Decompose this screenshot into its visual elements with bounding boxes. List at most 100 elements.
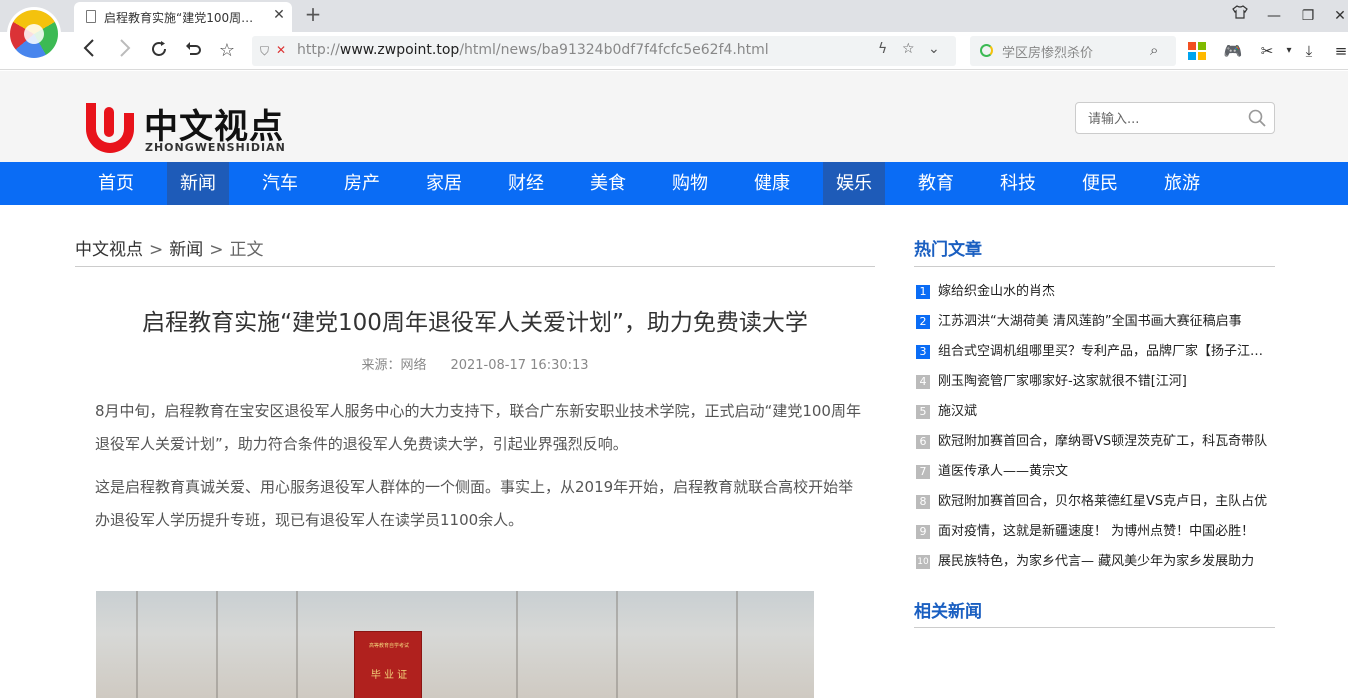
hot-article-item[interactable]: 7 道医传承人——黄宗文 xyxy=(914,462,1275,482)
hot-article-item[interactable]: 10 展民族特色，为家乡代言— 藏风美少年为家乡发展助力 xyxy=(914,552,1275,572)
gamepad-icon[interactable]: 🎮 xyxy=(1222,40,1244,62)
hot-article-link[interactable]: 嫁给织金山水的肖杰 xyxy=(938,282,1268,302)
logo-subtitle: ZHONGWENSHIDIAN xyxy=(145,141,286,154)
hot-article-link[interactable]: 欧冠附加赛首回合，贝尔格莱德红星VS克卢日，主队占优 xyxy=(938,492,1268,512)
hot-article-link[interactable]: 面对疫情，这就是新疆速度！ 为博州点赞！中国必胜！ xyxy=(938,522,1268,542)
undo-icon[interactable] xyxy=(180,39,206,63)
browser-tab-bar: 启程教育实施“建党100周年退役军人关爱计划”，助力免费读大学 ✕ + — ❐ … xyxy=(0,0,1348,32)
diploma-book: 高等教育自学考试 毕 业 证 xyxy=(354,631,422,698)
back-icon[interactable] xyxy=(76,39,102,63)
rank-badge: 8 xyxy=(916,495,930,509)
shield-icon[interactable]: ⛉ xyxy=(260,43,274,59)
address-toolbar: ☆ ⛉ ✕ http://www.zwpoint.top/html/news/b… xyxy=(0,32,1348,70)
browser-logo-icon[interactable] xyxy=(10,10,58,58)
close-window-icon[interactable]: ✕ xyxy=(1328,4,1348,28)
breadcrumb-home[interactable]: 中文视点 xyxy=(75,240,143,260)
rank-badge: 6 xyxy=(916,435,930,449)
rank-badge: 5 xyxy=(916,405,930,419)
star-icon[interactable]: ☆ xyxy=(214,39,240,63)
nav-item-home[interactable]: 首页 xyxy=(85,162,147,205)
breadcrumb-separator: > xyxy=(209,240,224,260)
insecure-icon: ✕ xyxy=(276,43,287,57)
hot-article-link[interactable]: 道医传承人——黄宗文 xyxy=(938,462,1268,482)
hot-articles-title: 热门文章 xyxy=(914,240,982,260)
search-icon[interactable] xyxy=(1248,109,1266,127)
hot-article-item[interactable]: 4 刚玉陶瓷管厂家哪家好-这家就很不错[江河] xyxy=(914,372,1275,392)
nav-item-entertainment[interactable]: 娱乐 xyxy=(823,162,885,205)
nav-item-health[interactable]: 健康 xyxy=(741,162,803,205)
download-icon[interactable]: ⤓ xyxy=(1298,40,1320,62)
nav-item-finance[interactable]: 财经 xyxy=(495,162,557,205)
menu-icon[interactable]: ≡ xyxy=(1330,40,1348,62)
hot-article-item[interactable]: 9 面对疫情，这就是新疆速度！ 为博州点赞！中国必胜！ xyxy=(914,522,1275,542)
nav-item-tech[interactable]: 科技 xyxy=(987,162,1049,205)
nav-item-news[interactable]: 新闻 xyxy=(167,162,229,205)
article-datetime: 2021-08-17 16:30:13 xyxy=(450,358,589,373)
minimize-icon[interactable]: — xyxy=(1262,4,1286,28)
nav-item-services[interactable]: 便民 xyxy=(1069,162,1131,205)
tab-title: 启程教育实施“建党100周年退役军人关爱计划”，助力免费读大学 xyxy=(104,11,260,25)
rank-badge: 4 xyxy=(916,375,930,389)
nav-item-food[interactable]: 美食 xyxy=(577,162,639,205)
hot-article-link[interactable]: 组合式空调机组哪里买？专利产品，品牌厂家【扬子江空调】 xyxy=(938,342,1268,362)
divider xyxy=(75,266,875,267)
reload-icon[interactable] xyxy=(146,39,172,63)
search-placeholder: 学区房惨烈杀价 xyxy=(1002,46,1094,61)
breadcrumb: 中文视点 > 新闻 > 正文 xyxy=(75,235,264,260)
hot-article-item[interactable]: 2 江苏泗洪“大湖荷美 清风莲韵”全国书画大赛征稿启事 xyxy=(914,312,1275,332)
browser-search-box[interactable]: 学区房惨烈杀价 ⌕ xyxy=(970,36,1176,66)
article-source: 来源：网络 xyxy=(361,358,427,373)
bookmark-star-icon[interactable]: ☆ xyxy=(902,41,915,57)
nav-item-shopping[interactable]: 购物 xyxy=(659,162,721,205)
windows-icon[interactable] xyxy=(1186,40,1208,62)
nav-item-education[interactable]: 教育 xyxy=(905,162,967,205)
url-domain: www.zwpoint.top xyxy=(339,42,460,58)
new-tab-icon[interactable]: + xyxy=(302,3,324,25)
diploma-book-small-text: 高等教育自学考试 xyxy=(368,643,409,649)
lightning-icon[interactable]: ϟ xyxy=(878,41,887,57)
divider xyxy=(914,266,1275,267)
site-search-input[interactable] xyxy=(1088,109,1238,129)
article-title: 启程教育实施“建党100周年退役军人关爱计划”，助力免费读大学 xyxy=(142,310,808,336)
article-meta: 来源：网络 2021-08-17 16:30:13 xyxy=(75,354,875,373)
hot-article-item[interactable]: 5 施汉斌 xyxy=(914,402,1275,422)
divider xyxy=(914,627,1275,628)
hot-article-link[interactable]: 施汉斌 xyxy=(938,402,1268,422)
article-photo: 高等教育自学考试 毕 业 证 xyxy=(96,591,814,698)
nav-item-realestate[interactable]: 房产 xyxy=(331,162,393,205)
breadcrumb-current: 正文 xyxy=(229,240,264,260)
breadcrumb-section[interactable]: 新闻 xyxy=(169,240,203,260)
scissors-menu-icon[interactable]: ▾ xyxy=(1278,40,1300,62)
url-text[interactable]: http://www.zwpoint.top/html/news/ba91324… xyxy=(297,42,769,58)
tab-document-icon xyxy=(86,10,96,23)
hot-article-item[interactable]: 8 欧冠附加赛首回合，贝尔格莱德红星VS克卢日，主队占优 xyxy=(914,492,1275,512)
url-path: /html/news/ba91324b0df7f4fcfc5e62f4.html xyxy=(459,42,769,58)
shirt-icon[interactable] xyxy=(1228,4,1252,28)
hot-article-link[interactable]: 展民族特色，为家乡代言— 藏风美少年为家乡发展助力 xyxy=(938,552,1268,572)
nav-item-auto[interactable]: 汽车 xyxy=(249,162,311,205)
hot-article-link[interactable]: 欧冠附加赛首回合，摩纳哥VS顿涅茨克矿工，科瓦奇带队 xyxy=(938,432,1268,452)
rank-badge: 7 xyxy=(916,465,930,479)
nav-item-home-decor[interactable]: 家居 xyxy=(413,162,475,205)
browser-tab[interactable]: 启程教育实施“建党100周年退役军人关爱计划”，助力免费读大学 ✕ xyxy=(74,2,292,32)
forward-icon[interactable] xyxy=(112,39,138,63)
logo-icon[interactable] xyxy=(82,99,138,155)
hot-article-link[interactable]: 江苏泗洪“大湖荷美 清风莲韵”全国书画大赛征稿启事 xyxy=(938,312,1268,332)
rank-badge: 10 xyxy=(916,555,930,569)
hot-article-link[interactable]: 刚玉陶瓷管厂家哪家好-这家就很不错[江河] xyxy=(938,372,1268,392)
site-header: 中文视点 ZHONGWENSHIDIAN xyxy=(0,71,1348,162)
hot-article-item[interactable]: 6 欧冠附加赛首回合，摩纳哥VS顿涅茨克矿工，科瓦奇带队 xyxy=(914,432,1275,452)
hot-article-item[interactable]: 1 嫁给织金山水的肖杰 xyxy=(914,282,1275,302)
restore-icon[interactable]: ❐ xyxy=(1296,4,1320,28)
search-icon[interactable]: ⌕ xyxy=(1150,41,1158,59)
url-bar[interactable]: ⛉ ✕ http://www.zwpoint.top/html/news/ba9… xyxy=(252,36,956,66)
url-prefix: http:// xyxy=(297,42,340,58)
nav-item-travel[interactable]: 旅游 xyxy=(1151,162,1213,205)
rank-badge: 9 xyxy=(916,525,930,539)
rank-badge: 3 xyxy=(916,345,930,359)
close-icon[interactable]: ✕ xyxy=(270,6,288,24)
scissors-icon[interactable]: ✂ xyxy=(1256,40,1278,62)
chevron-down-icon[interactable]: ⌄ xyxy=(928,41,940,57)
hot-article-item[interactable]: 3 组合式空调机组哪里买？专利产品，品牌厂家【扬子江空调】 xyxy=(914,342,1275,362)
article-paragraph: 8月中旬，启程教育在宝安区退役军人服务中心的大力支持下，联合广东新安职业技术学院… xyxy=(95,402,861,453)
